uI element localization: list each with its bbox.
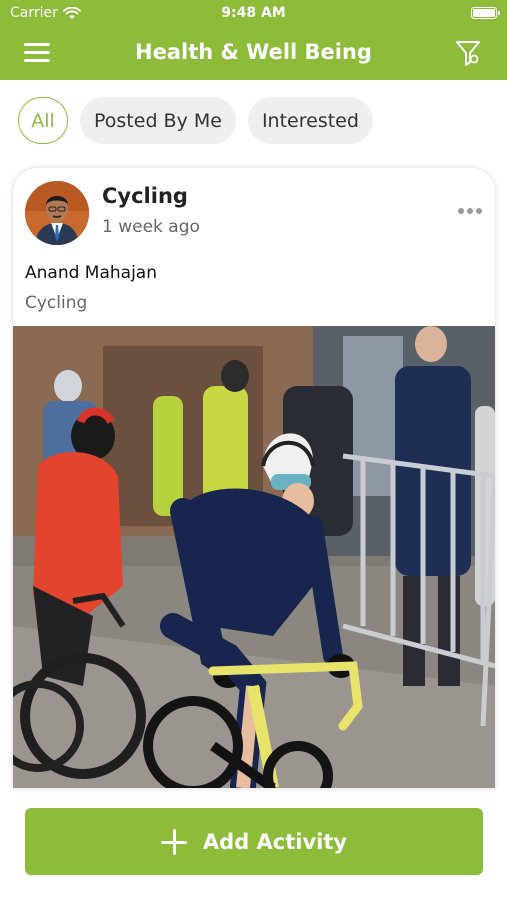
nav-bar: Health & Well Being [0, 28, 507, 80]
plus-icon [160, 828, 187, 855]
filter-icon[interactable] [453, 38, 483, 68]
tab-interested[interactable]: Interested [247, 97, 373, 144]
activity-post-card[interactable]: Cycling 1 week ago Anand Mahajan Cycling [13, 168, 495, 788]
post-time: 1 week ago [102, 217, 200, 237]
status-time: 9:48 AM [221, 5, 286, 21]
post-activity: Cycling [25, 293, 88, 313]
status-bar: Carrier 9:48 AM [0, 0, 507, 28]
add-activity-label: Add Activity [202, 829, 348, 854]
post-photo[interactable] [13, 326, 495, 788]
avatar[interactable] [25, 181, 89, 245]
app-header: Carrier 9:48 AM Health & Well Being [0, 0, 507, 80]
more-options-icon[interactable] [458, 208, 482, 214]
page-title: Health & Well Being [135, 40, 372, 64]
filter-tabs: All Posted By Me Interested [18, 97, 373, 145]
battery-icon [471, 7, 500, 19]
tab-all[interactable]: All [18, 97, 68, 144]
add-activity-button[interactable]: Add Activity [25, 808, 483, 875]
tab-posted-by-me[interactable]: Posted By Me [80, 97, 236, 144]
post-title: Cycling [102, 184, 188, 208]
post-author: Anand Mahajan [25, 263, 157, 283]
